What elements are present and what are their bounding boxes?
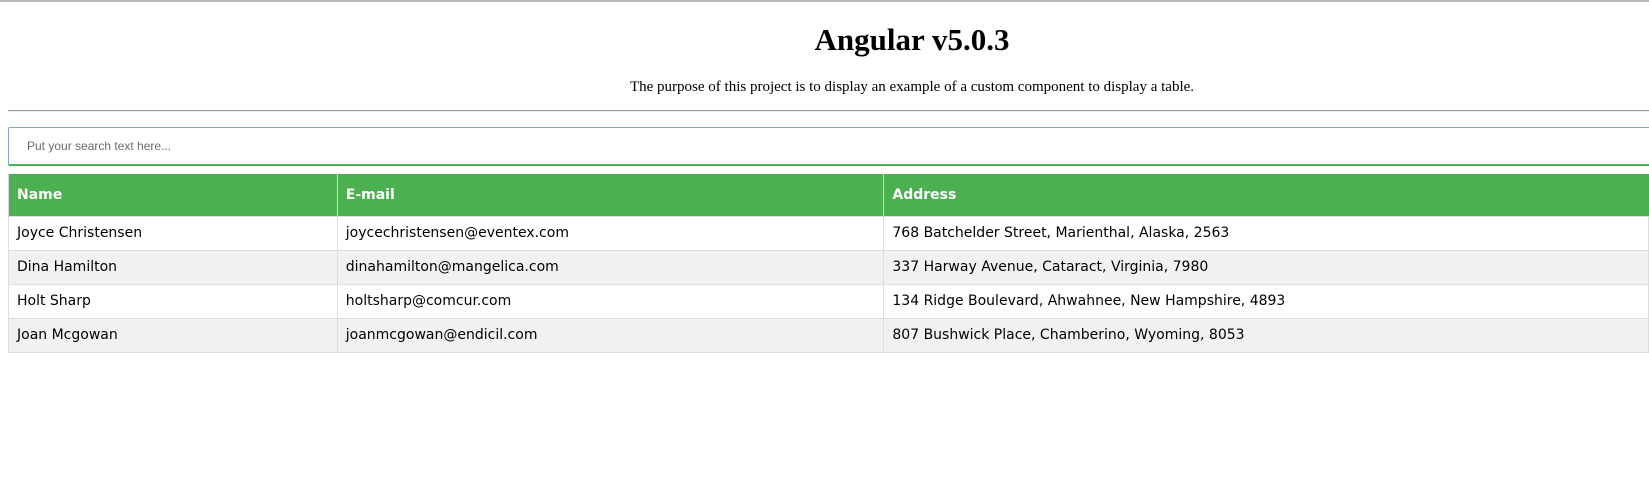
cell-email: holtsharp@comcur.com bbox=[336, 283, 885, 319]
column-header-address[interactable]: Address bbox=[883, 174, 1649, 216]
divider bbox=[8, 110, 1649, 112]
top-rule bbox=[0, 0, 1649, 2]
cell-email: dinahamilton@mangelica.com bbox=[336, 249, 885, 285]
column-header-email[interactable]: E-mail bbox=[336, 174, 884, 216]
page-description: The purpose of this project is to displa… bbox=[629, 79, 1195, 95]
search-input[interactable] bbox=[8, 127, 1649, 166]
table-header-row: Name E-mail Address bbox=[8, 174, 1649, 216]
table-row[interactable]: Holt Sharp holtsharp@comcur.com 134 Ridg… bbox=[8, 283, 1649, 319]
table-header: Name E-mail Address bbox=[8, 174, 1649, 216]
cell-address: 337 Harway Avenue, Cataract, Virginia, 7… bbox=[883, 249, 1649, 285]
cell-email: joycechristensen@eventex.com bbox=[336, 215, 885, 251]
column-header-name[interactable]: Name bbox=[8, 174, 338, 216]
cell-email: joanmcgowan@endicil.com bbox=[336, 317, 885, 353]
table-row[interactable]: Dina Hamilton dinahamilton@mangelica.com… bbox=[8, 249, 1649, 285]
cell-name: Holt Sharp bbox=[8, 283, 338, 319]
table-row[interactable]: Joyce Christensen joycechristensen@event… bbox=[8, 215, 1649, 251]
table-body: Joyce Christensen joycechristensen@event… bbox=[8, 215, 1649, 353]
page-title: Angular v5.0.3 bbox=[814, 22, 1010, 57]
cell-name: Joan Mcgowan bbox=[8, 317, 338, 353]
cell-name: Dina Hamilton bbox=[8, 249, 338, 285]
data-table: Name E-mail Address Joyce Christensen jo… bbox=[8, 174, 1649, 353]
cell-address: 807 Bushwick Place, Chamberino, Wyoming,… bbox=[883, 317, 1649, 353]
cell-address: 134 Ridge Boulevard, Ahwahnee, New Hamps… bbox=[883, 283, 1649, 319]
table-row[interactable]: Joan Mcgowan joanmcgowan@endicil.com 807… bbox=[8, 317, 1649, 353]
cell-address: 768 Batchelder Street, Marienthal, Alask… bbox=[883, 215, 1649, 251]
cell-name: Joyce Christensen bbox=[8, 215, 338, 251]
